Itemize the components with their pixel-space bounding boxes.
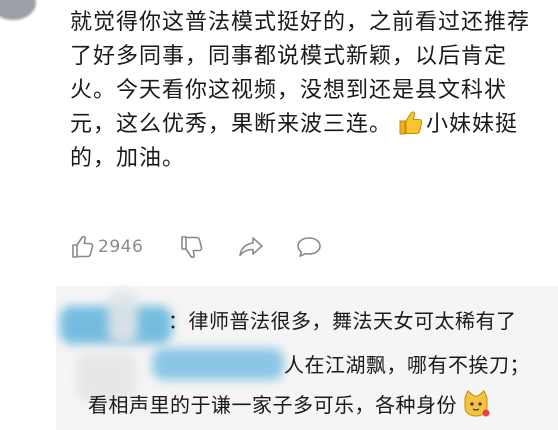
reply-text-3-body: 看相声里的于谦一家子多可乐，各种身份 [88,393,457,417]
redacted-username [152,348,284,380]
share-button[interactable] [237,234,265,260]
comment-line-4-tail: 小妹妹挺 [426,112,519,137]
dislike-button[interactable] [179,234,205,260]
cat-face-icon [461,388,491,418]
share-icon [237,234,265,260]
reply-list: ：律师普法很多，舞法天女可太稀有了 人在江湖飘，哪有不挨刀； 看相声里的于谦一家… [56,286,558,430]
like-count: 2946 [98,237,144,257]
comment-actions: 2946 [70,232,323,262]
comment-line-5: 的，加油。 [70,146,186,171]
comment-item: 就觉得你这普法模式挺好的，之前看过还推荐 了好多同事，同事都说模式新颖，以后肯定… [0,0,558,290]
comment-text: 就觉得你这普法模式挺好的，之前看过还推荐 了好多同事，同事都说模式新颖，以后肯定… [70,6,558,176]
comment-line-3: 火。今天看你这视频，没想到还是县文科状 [70,78,508,103]
reply-button[interactable] [295,234,323,260]
reply-text-2: 人在江湖飘，哪有不挨刀； [284,353,530,377]
comment-line-2: 了好多同事，同事都说模式新颖，以后肯定 [70,44,508,69]
comment-line-4: 元，这么优秀，果断来波三连。 小妹妹挺 [70,108,558,142]
reply-icon [295,234,323,260]
reply-text-1: ：律师普法很多，舞法天女可太稀有了 [168,309,517,333]
reply-text-3: 看相声里的于谦一家子多可乐，各种身份 [88,388,491,420]
thumb-down-icon [179,234,205,260]
like-button[interactable]: 2946 [70,234,143,260]
comment-line-4-text: 元，这么优秀，果断来波三连。 [70,112,393,137]
avatar[interactable] [0,0,36,20]
thumb-up-icon [70,234,96,260]
redacted-avatar [108,290,138,344]
thumbs-up-icon [395,109,423,137]
comment-line-1: 就觉得你这普法模式挺好的，之前看过还推荐 [70,10,531,35]
